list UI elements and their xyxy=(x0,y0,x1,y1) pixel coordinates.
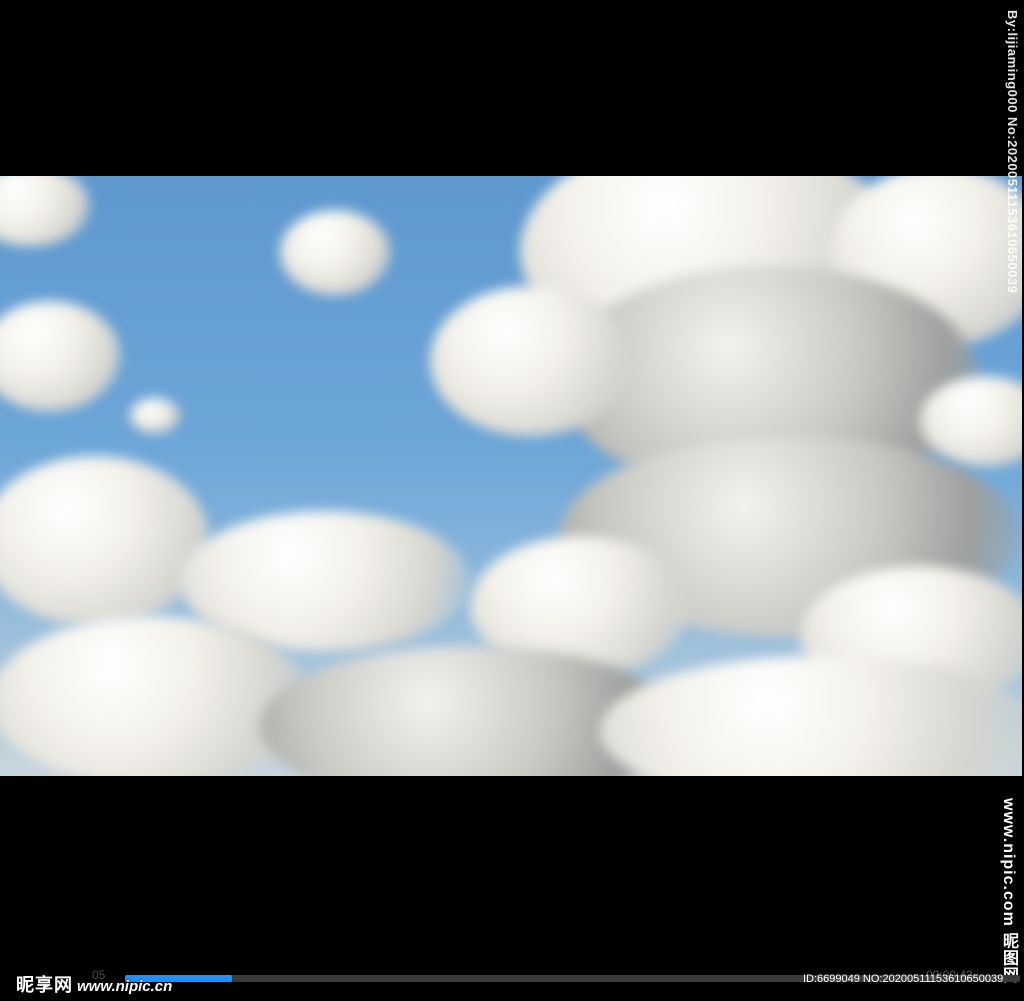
image-id-text: ID:6699049 NO:20200511153610650039 xyxy=(803,973,1003,985)
brand-watermark: 昵享网 www.nipic.cn xyxy=(16,971,172,997)
cloud xyxy=(0,456,210,626)
brand-name-cn: 昵享网 xyxy=(16,975,73,995)
cloud xyxy=(0,176,90,246)
cloud xyxy=(280,210,390,295)
side-watermark-author: By:lijiaming000 No:20200511153610650039 xyxy=(1005,10,1020,294)
cloud xyxy=(0,301,120,411)
player-control-bar: 05 昵享网 www.nipic.cn 00:00:42 ID:6699049 N… xyxy=(0,966,1024,1001)
cloud xyxy=(430,286,630,436)
cloud xyxy=(130,398,180,433)
video-frame-sky-clouds[interactable] xyxy=(0,176,1022,776)
side-watermark-site: www.nipic.com 昵图网 xyxy=(996,798,1020,983)
brand-site: www.nipic.cn xyxy=(77,978,173,995)
side-watermark-site-url: www.nipic.com xyxy=(1000,798,1017,927)
cloud xyxy=(600,656,1022,776)
